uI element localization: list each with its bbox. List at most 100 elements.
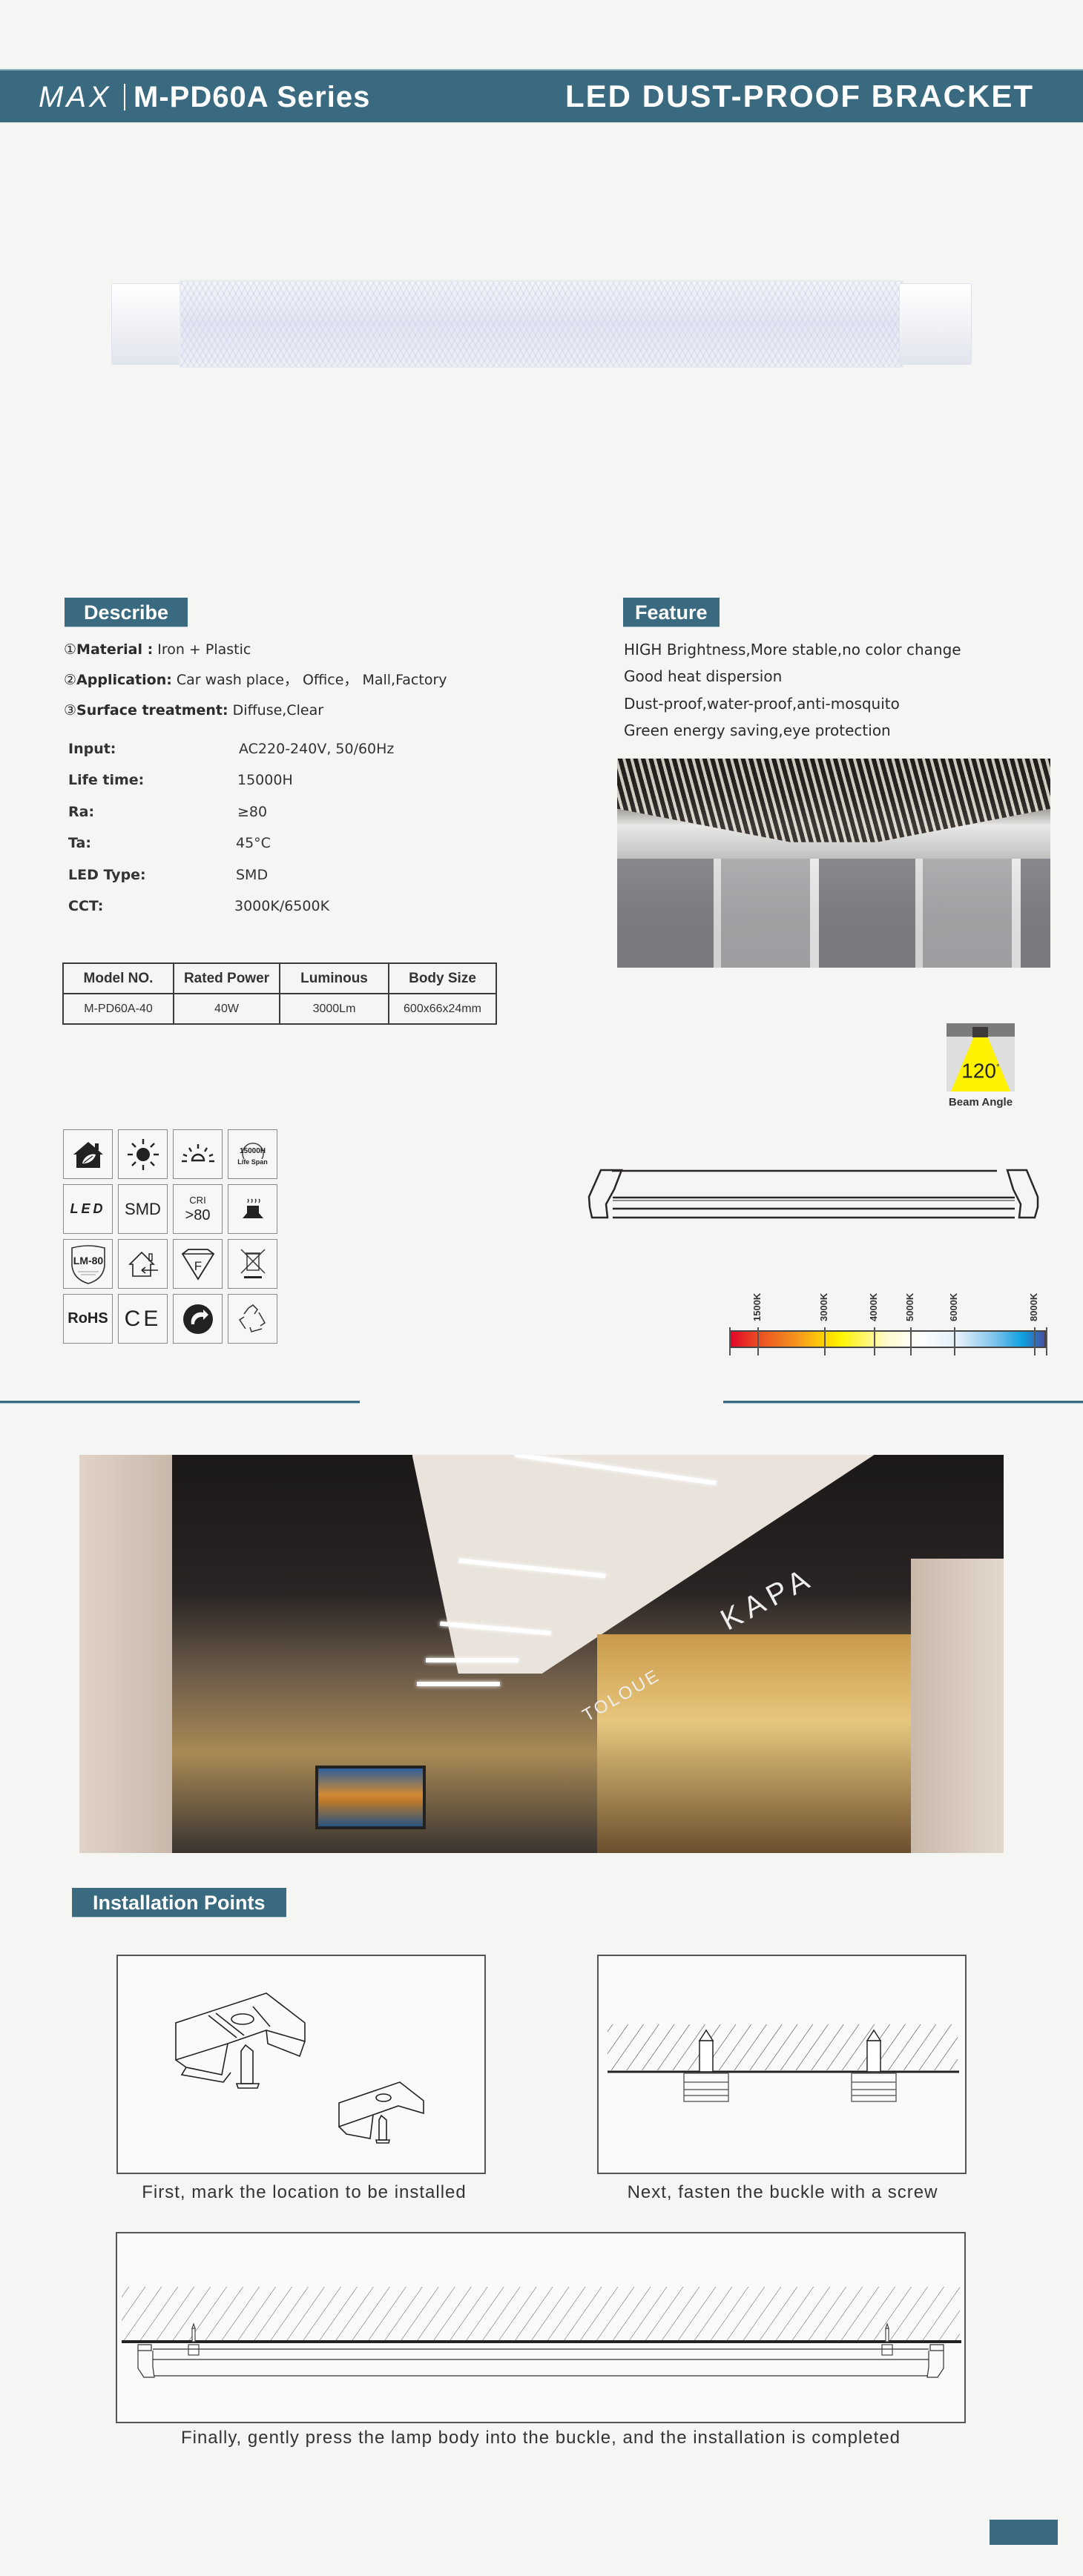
brand-logo: MAX — [39, 81, 112, 113]
spec-label-led-type: LED Type: — [68, 867, 146, 883]
spec-label-input: Input: — [68, 741, 116, 757]
color-temperature-label: 3000K — [818, 1292, 829, 1321]
buckle-screw-ceiling-drawing — [608, 2024, 959, 2102]
color-temperature-gradient — [729, 1330, 1046, 1348]
spec-label-lifetime: Life time: — [68, 772, 145, 788]
degree-symbol: ° — [995, 1062, 1000, 1072]
spec-value-input: AC220-240V, 50/60Hz — [239, 741, 395, 757]
product-image-lamp — [111, 280, 972, 368]
ceiling-light — [426, 1657, 519, 1662]
spec-value-cct: 3000K/6500K — [234, 898, 330, 914]
life-span-label: Life Span — [237, 1158, 268, 1166]
beam-light-source — [972, 1027, 988, 1037]
color-temperature-tick — [954, 1327, 955, 1355]
install-step-1-caption: First, mark the location to be installed — [142, 2182, 467, 2202]
header-banner: MAX M-PD60A Series LED DUST-PROOF BRACKE… — [0, 69, 1083, 122]
brand-separator — [124, 84, 125, 110]
product-type-title: LED DUST-PROOF BRACKET — [565, 79, 1034, 113]
table-header-row: Model NO. Rated Power Luminous Body Size — [62, 962, 497, 994]
recycle-icon — [228, 1294, 277, 1344]
color-temperature-edge-tick — [729, 1327, 731, 1355]
footer-brand-block — [990, 2520, 1058, 2545]
indoor-use-icon — [118, 1239, 168, 1289]
install-step-3-diagram — [116, 2232, 966, 2423]
install-step-2-caption: Next, fasten the buckle with a screw — [627, 2182, 938, 2202]
feature-item: Green energy saving,eye protection — [624, 721, 891, 739]
mall-application-photo: KAPA TOLOUE — [79, 1455, 1004, 1853]
install-step-1-diagram — [116, 1955, 486, 2174]
spec-value-led-type: SMD — [236, 867, 269, 883]
feature-item: HIGH Brightness,More stable,no color cha… — [624, 641, 961, 658]
model-table: Model NO. Rated Power Luminous Body Size… — [62, 962, 497, 1025]
header-body-size: Body Size — [388, 962, 497, 994]
green-dot-icon — [173, 1294, 223, 1344]
color-temperature-label: 6000K — [948, 1292, 959, 1321]
color-temperature-scale: 1500K 3000K 4000K 5000K 6000K 8000K — [727, 1290, 1047, 1357]
rohs-icon: RoHS — [63, 1294, 113, 1344]
color-temperature-tick — [910, 1327, 912, 1355]
life-span-value: 15000H — [239, 1147, 266, 1155]
item-label: Material : — [76, 641, 154, 658]
color-temperature-label: 8000K — [1028, 1292, 1039, 1321]
spec-label-ra: Ra: — [68, 804, 95, 820]
f-mark-icon: F — [173, 1239, 223, 1289]
lamp-outline-drawing — [587, 1169, 1039, 1219]
beam-angle-icon: 120° — [947, 1023, 1015, 1092]
header-luminous: Luminous — [279, 962, 389, 994]
led-text: LED — [70, 1201, 106, 1216]
color-temperature-label: 5000K — [904, 1292, 915, 1321]
bracket-screw-drawing — [175, 1992, 424, 2144]
item-number: ① — [64, 641, 77, 658]
mall-storefront — [596, 1634, 912, 1853]
ceiling-slats — [617, 759, 1050, 842]
item-value: Car wash place， Office， Mall,Factory — [171, 672, 447, 688]
cri-icon: CRI >80 — [173, 1184, 223, 1234]
item-value: Iron + Plastic — [153, 641, 251, 658]
certification-icon-grid: 15000H Life Span LED SMD CRI >80 LM-80 F… — [63, 1129, 277, 1344]
store-sign-kapa: KAPA — [715, 1560, 820, 1637]
cri-value: >80 — [185, 1206, 211, 1223]
lamp-end-cap-left — [111, 283, 184, 365]
ceiling-light — [416, 1682, 500, 1687]
install-step-3-caption: Finally, gently press the lamp body into… — [180, 2428, 901, 2448]
cell-model-no: M-PD60A-40 — [62, 993, 174, 1025]
installation-heading: Installation Points — [72, 1888, 286, 1918]
describe-item-surface: ③Surface treatment: Diffuse,Clear — [64, 701, 323, 719]
spec-value-ta: 45°C — [236, 835, 271, 851]
lamp-mounted-drawing — [122, 2287, 961, 2378]
color-temperature-edge-tick — [1046, 1327, 1047, 1355]
describe-heading: Describe — [65, 598, 188, 627]
describe-item-application: ②Application: Car wash place， Office， Ma… — [64, 671, 447, 689]
item-number: ② — [64, 672, 77, 688]
beam-angle-value: 120° — [947, 1056, 1015, 1082]
f-mark-text: F — [194, 1259, 201, 1273]
color-temperature-tick — [757, 1327, 759, 1355]
smd-text: SMD — [125, 1199, 161, 1218]
color-temperature-tick — [874, 1327, 875, 1355]
life-span-icon: 15000H Life Span — [228, 1129, 277, 1179]
lm80-icon: LM-80 — [63, 1239, 113, 1289]
office-application-photo — [617, 759, 1050, 968]
color-temperature-label: 1500K — [751, 1292, 763, 1321]
led-icon: LED — [63, 1184, 113, 1234]
brightness-sun-icon — [118, 1129, 168, 1179]
cri-label: CRI — [189, 1194, 206, 1206]
describe-item-material: ①Material : Iron + Plastic — [64, 641, 251, 658]
lamp-end-cap-right — [899, 283, 972, 365]
spec-value-ra: ≥80 — [237, 804, 268, 820]
rohs-text: RoHS — [68, 1310, 108, 1327]
install-step-2-diagram — [597, 1955, 967, 2174]
cell-luminous: 3000Lm — [279, 993, 389, 1025]
beam-angle-number: 120 — [961, 1059, 996, 1083]
cell-body-size: 600x66x24mm — [388, 993, 497, 1025]
spec-label-cct: CCT: — [68, 898, 104, 914]
section-divider-left — [0, 1401, 360, 1404]
instant-start-icon — [173, 1129, 223, 1179]
mall-display-screen — [315, 1765, 427, 1829]
ce-icon: CE — [118, 1294, 168, 1344]
ce-text: CE — [124, 1306, 162, 1331]
cell-rated-power: 40W — [173, 993, 280, 1025]
feature-heading: Feature — [623, 598, 720, 627]
header-rated-power: Rated Power — [173, 962, 280, 994]
item-value: Diffuse,Clear — [228, 702, 324, 719]
